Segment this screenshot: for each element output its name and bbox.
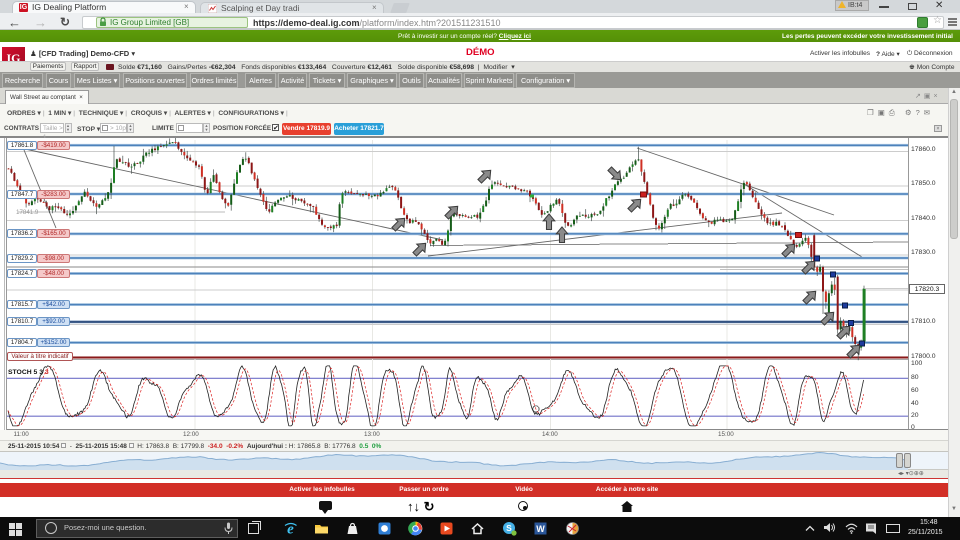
svg-text:W: W [536,524,545,534]
svg-text:S: S [506,523,512,533]
